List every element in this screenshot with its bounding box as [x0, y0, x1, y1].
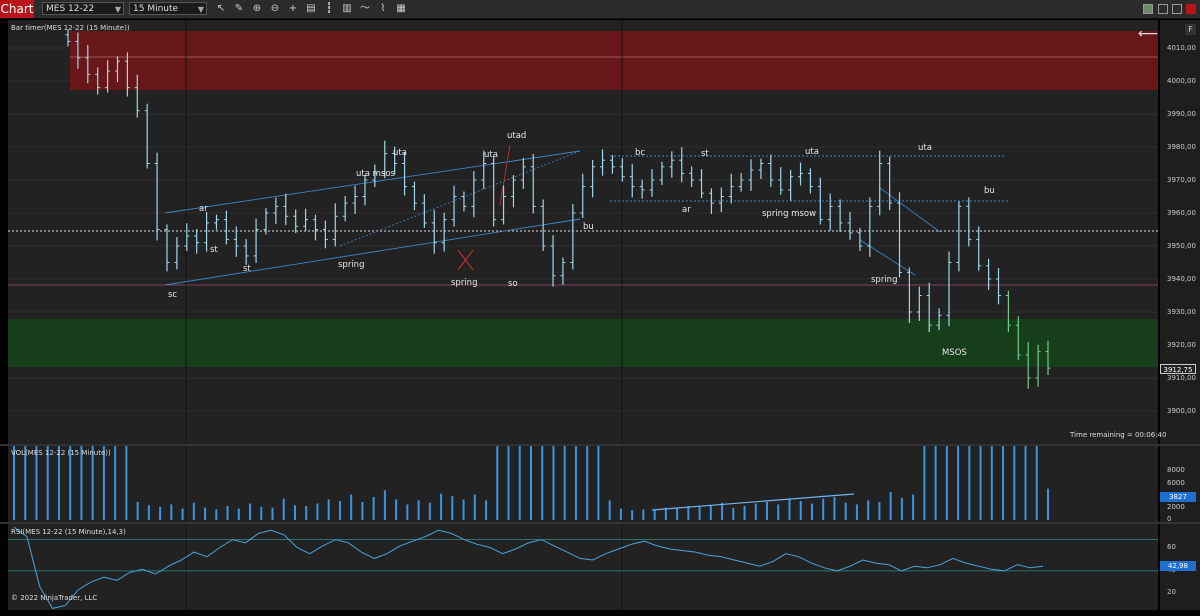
price-axis-label: 3900,00 — [1167, 407, 1196, 415]
channel-line — [859, 239, 916, 276]
panel-f-button[interactable]: F — [1185, 24, 1196, 35]
annotation-label: spring — [871, 275, 898, 285]
volume-axis-label: 6000 — [1167, 479, 1185, 487]
demand-zone — [8, 319, 1158, 367]
rsi-value-tag: 42,98 — [1160, 561, 1196, 571]
price-panel-title: Bar timer(MES 12-22 (15 Minute)) — [11, 24, 130, 32]
price-axis-label: 3910,00 — [1167, 374, 1196, 382]
price-axis-label: 3950,00 — [1167, 242, 1196, 250]
price-axis-label: 3920,00 — [1167, 341, 1196, 349]
price-axis-label: 3930,00 — [1167, 308, 1196, 316]
volume-axis-label: 0 — [1167, 515, 1172, 523]
annotation-label: uta — [393, 148, 407, 158]
annotation-label: MSOS — [942, 348, 967, 358]
annotation-label: uta msos — [356, 169, 395, 179]
annotation-label: bu — [984, 186, 995, 196]
channel-line — [164, 218, 581, 286]
channel-line — [879, 187, 941, 233]
current-price-tag: 3912,75 — [1160, 364, 1196, 374]
rsi-axis-label: 60 — [1167, 543, 1176, 551]
price-axis-label: 4010,00 — [1167, 44, 1196, 52]
price-axis-label: 3940,00 — [1167, 275, 1196, 283]
price-axis-label: 3990,00 — [1167, 110, 1196, 118]
annotation-label: st — [210, 245, 218, 255]
annotation-label: spring — [451, 278, 478, 288]
supply-zone — [70, 31, 1158, 90]
annotation-label: spring — [338, 260, 365, 270]
back-arrow-icon[interactable]: ⟵ — [1138, 27, 1158, 41]
channel-midline — [339, 150, 581, 247]
annotation-label: ar — [682, 205, 691, 215]
volume-value-tag: 3827 — [1160, 492, 1196, 502]
rsi-panel-title: RSI(MES 12-22 (15 Minute),14,3) — [11, 528, 126, 536]
volume-axis-label: 8000 — [1167, 466, 1185, 474]
annotation-label: ar — [199, 204, 208, 214]
annotation-label: spring msow — [762, 209, 817, 219]
price-axis-label: 3970,00 — [1167, 176, 1196, 184]
annotation-label: bu — [583, 222, 594, 232]
price-axis-label: 4000,00 — [1167, 77, 1196, 85]
price-axis-label: 3960,00 — [1167, 209, 1196, 217]
annotation-label: uta — [918, 143, 932, 153]
annotation-label: so — [508, 279, 518, 289]
annotation-label: st — [701, 149, 709, 159]
volume-panel-title: VOL(MES 12-22 (15 Minute)) — [11, 449, 111, 457]
annotation-label: utad — [507, 131, 527, 141]
annotation-label: bc — [635, 148, 646, 158]
annotation-label: sc — [168, 290, 178, 300]
time-remaining: Time remaining = 00:06:40 — [1070, 431, 1167, 439]
rsi-axis-label: 20 — [1167, 588, 1176, 596]
volume-axis-label: 2000 — [1167, 503, 1185, 511]
copyright-text: © 2022 NinjaTrader, LLC — [11, 594, 98, 602]
channel-line — [164, 150, 581, 214]
price-axis-label: 3980,00 — [1167, 143, 1196, 151]
chart-canvas — [0, 20, 1200, 610]
annotation-label: uta — [484, 150, 498, 160]
annotation-label: st — [243, 264, 251, 274]
annotation-label: uta — [805, 147, 819, 157]
